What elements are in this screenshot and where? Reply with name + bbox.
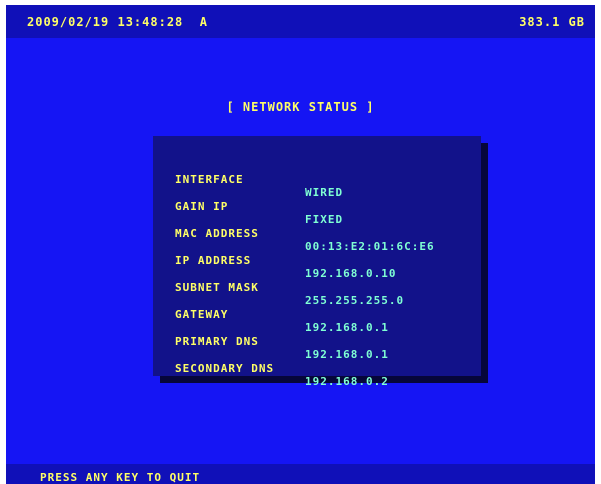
subnet-mask-value: 255.255.255.0 bbox=[305, 294, 405, 307]
gain-ip-label: GAIN IP bbox=[175, 200, 229, 213]
gateway-value: 192.168.0.1 bbox=[305, 321, 389, 334]
disk-free-display: 383.1 GB bbox=[519, 15, 585, 29]
dvr-screen: 2009/02/19 13:48:28 A 383.1 GB [ NETWORK… bbox=[6, 5, 595, 484]
subnet-mask-label: SUBNET MASK bbox=[175, 281, 259, 294]
mac-address-value: 00:13:E2:01:6C:E6 bbox=[305, 240, 435, 253]
mac-address-label: MAC ADDRESS bbox=[175, 227, 259, 240]
network-status-panel: INTERFACE WIRED GAIN IP FIXED MAC ADDRES… bbox=[153, 136, 481, 388]
row-primary-dns: PRIMARY DNS 192.168.0.1 bbox=[175, 322, 388, 361]
row-gateway: GATEWAY 192.168.0.1 bbox=[175, 295, 388, 334]
row-gain-ip: GAIN IP FIXED bbox=[175, 187, 342, 226]
page-title: [ NETWORK STATUS ] bbox=[226, 100, 375, 114]
gateway-label: GATEWAY bbox=[175, 308, 229, 321]
quit-hint: PRESS ANY KEY TO QUIT bbox=[40, 471, 201, 484]
secondary-dns-label: SECONDARY DNS bbox=[175, 362, 275, 375]
interface-label: INTERFACE bbox=[175, 173, 244, 186]
status-bar: 2009/02/19 13:48:28 A 383.1 GB bbox=[6, 5, 595, 38]
gain-ip-value: FIXED bbox=[305, 213, 344, 226]
ip-address-label: IP ADDRESS bbox=[175, 254, 252, 267]
primary-dns-label: PRIMARY DNS bbox=[175, 335, 259, 348]
primary-dns-value: 192.168.0.1 bbox=[305, 348, 389, 361]
row-ip-address: IP ADDRESS 192.168.0.10 bbox=[175, 241, 395, 280]
row-subnet-mask: SUBNET MASK 255.255.255.0 bbox=[175, 268, 403, 307]
secondary-dns-value: 192.168.0.2 bbox=[305, 375, 389, 388]
ip-address-value: 192.168.0.10 bbox=[305, 267, 397, 280]
row-interface: INTERFACE WIRED bbox=[175, 160, 342, 199]
datetime-display: 2009/02/19 13:48:28 A bbox=[27, 15, 208, 29]
row-mac-address: MAC ADDRESS 00:13:E2:01:6C:E6 bbox=[175, 214, 434, 253]
row-secondary-dns: SECONDARY DNS 192.168.0.2 bbox=[175, 349, 388, 388]
footer-bar: PRESS ANY KEY TO QUIT bbox=[6, 464, 595, 484]
interface-value: WIRED bbox=[305, 186, 344, 199]
